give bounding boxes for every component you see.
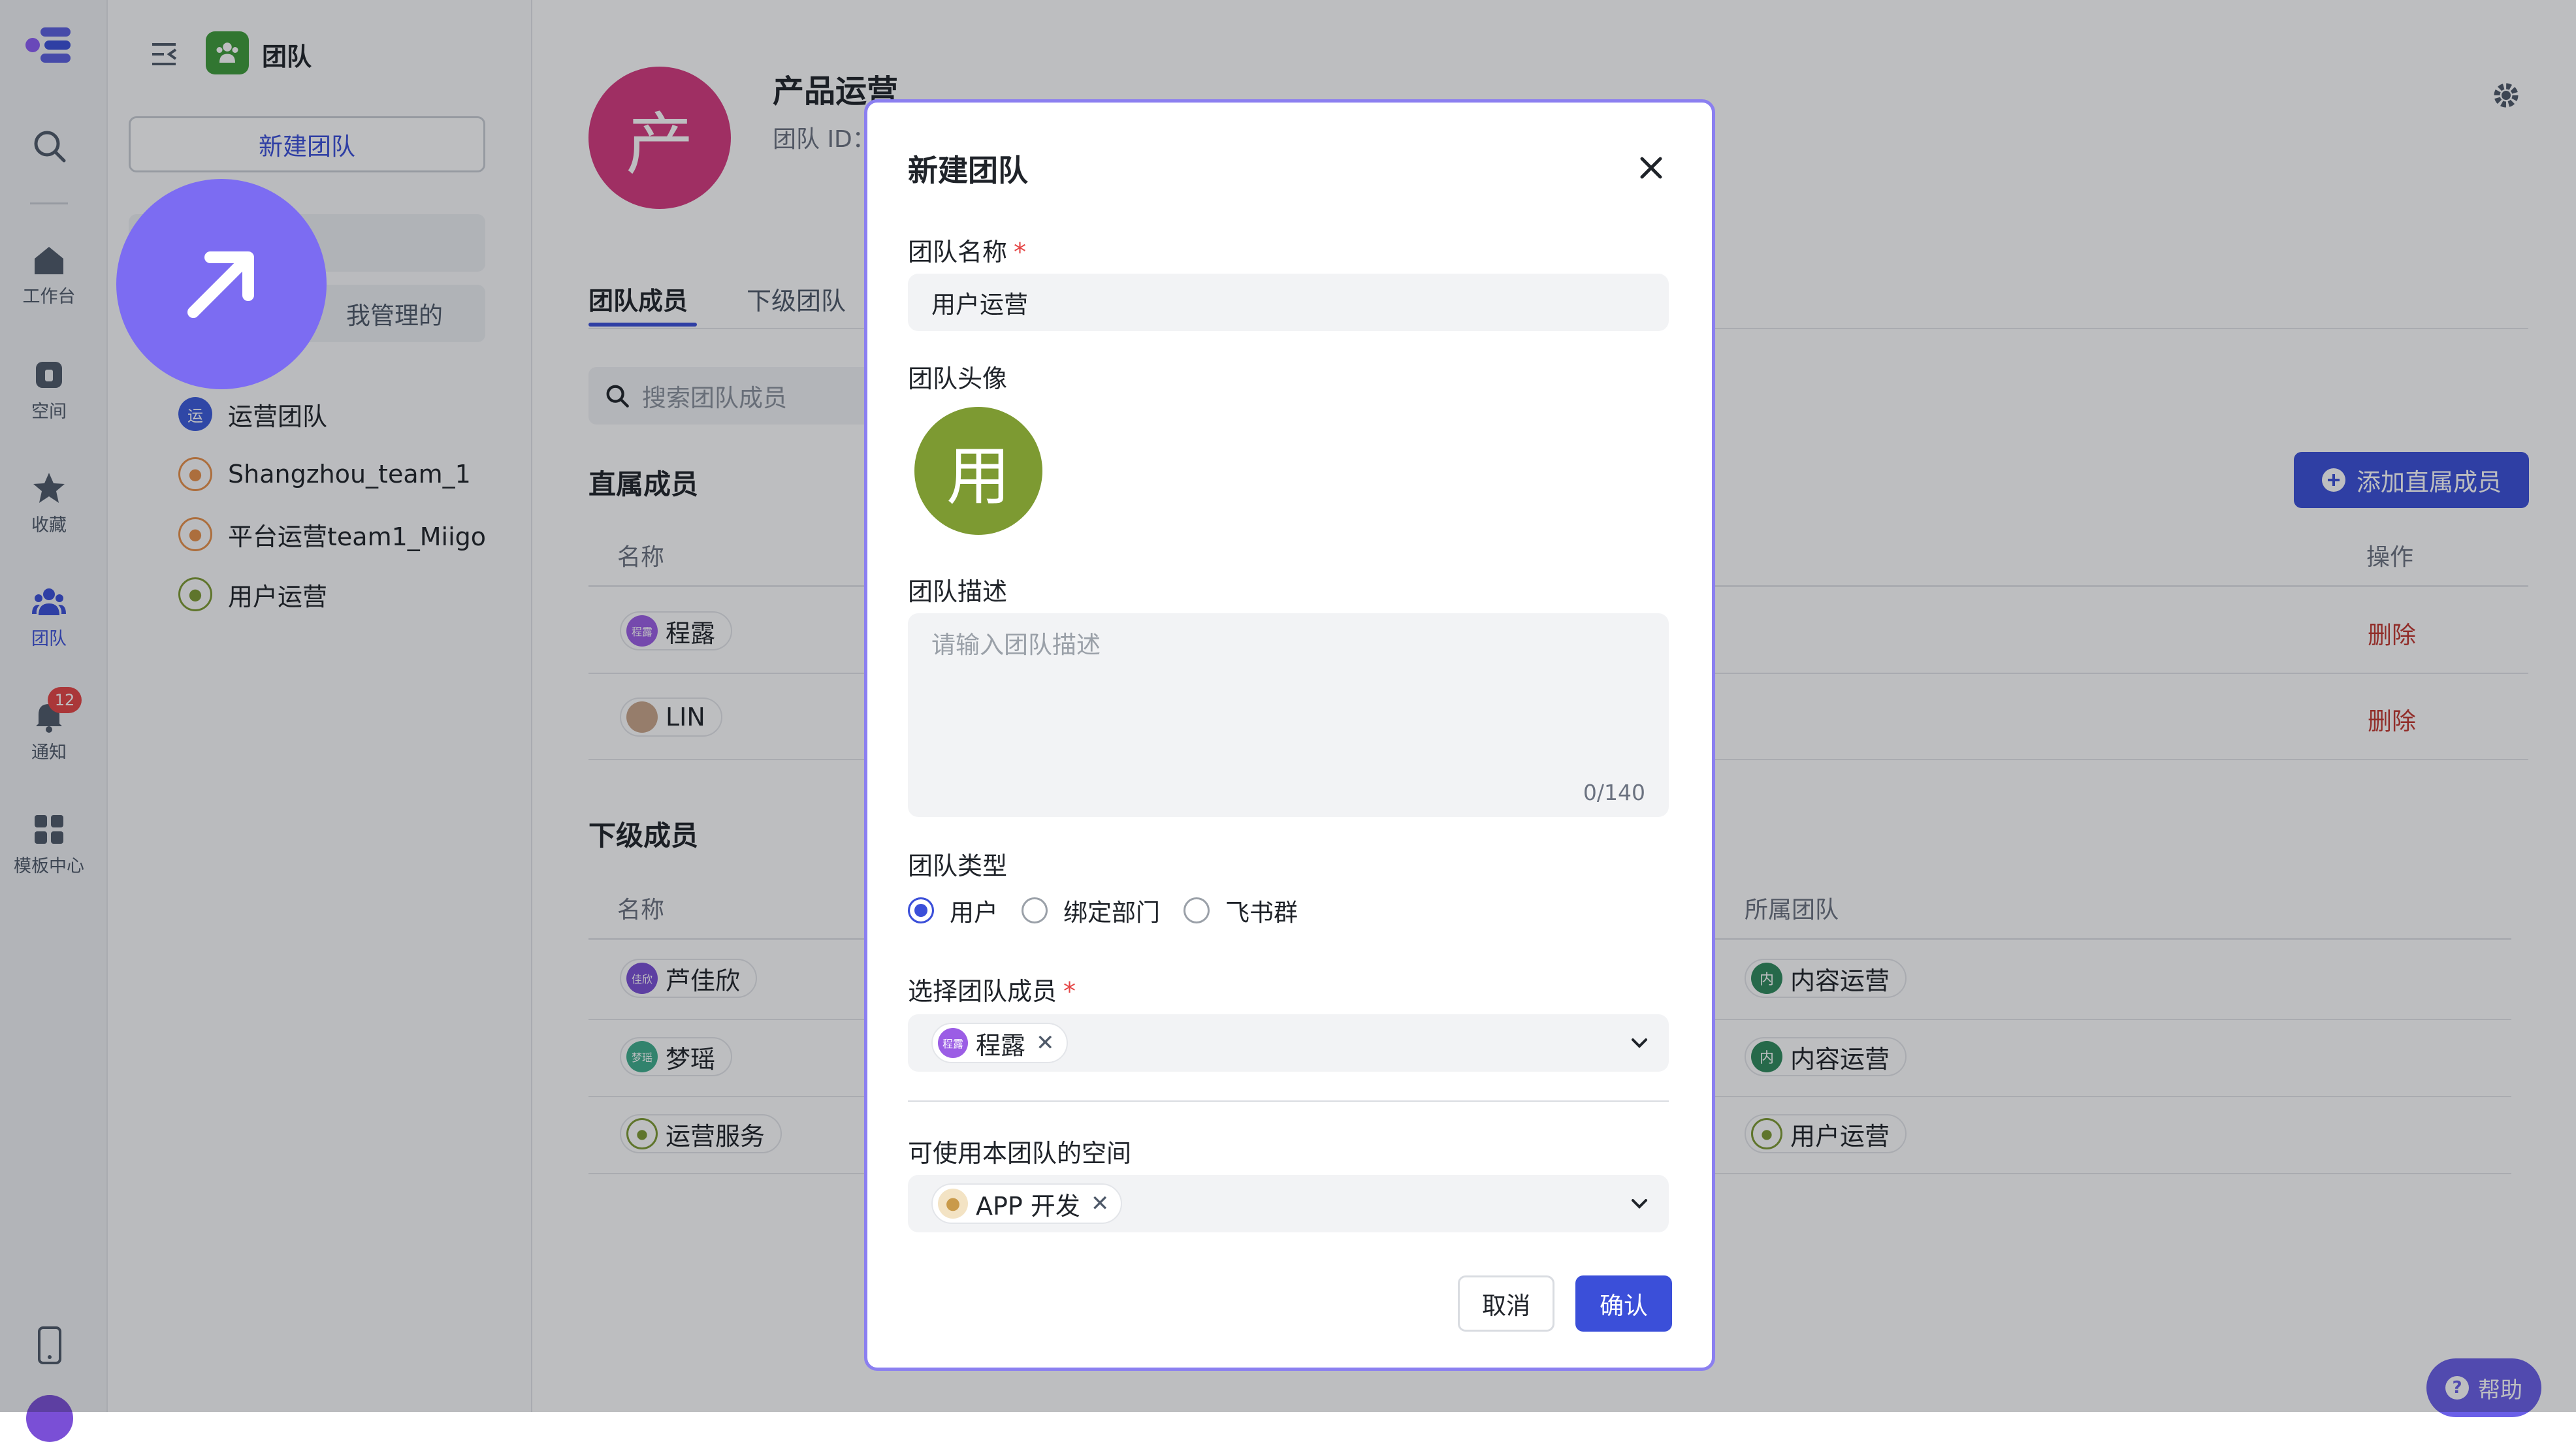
chip-label: APP 开发 — [976, 1191, 1080, 1221]
team-name-input[interactable]: 用户运营 — [908, 274, 1669, 331]
arrow-cursor-icon — [116, 179, 327, 389]
team-name-label: 团队名称 * — [908, 232, 1026, 268]
label-text: 选择团队成员 — [908, 977, 1057, 1006]
radio-dot — [1183, 897, 1210, 923]
avatar: 程露 — [938, 1028, 968, 1058]
dialog-title: 新建团队 — [908, 153, 1028, 188]
required-mark: * — [1063, 977, 1076, 1006]
member-chip: 程露 程露 ✕ — [931, 1023, 1068, 1063]
space-icon: ● — [938, 1189, 968, 1219]
team-avatar-picker[interactable]: 用 — [914, 407, 1042, 535]
cancel-button[interactable]: 取消 — [1458, 1275, 1554, 1332]
label-text: 团队名称 — [908, 238, 1008, 266]
radio-dot — [1022, 897, 1048, 923]
space-chip: ● APP 开发 ✕ — [931, 1183, 1123, 1224]
required-mark: * — [1014, 238, 1027, 266]
form-divider — [908, 1100, 1669, 1102]
team-description-label: 团队描述 — [908, 577, 1008, 606]
radio-label: 绑定部门 — [1063, 899, 1160, 927]
new-team-dialog: 新建团队 团队名称 * 用户运营 团队头像 用 团队描述 请输入团队描述 0/14… — [864, 99, 1715, 1371]
team-description-textarea[interactable]: 请输入团队描述 0/140 — [908, 613, 1669, 817]
description-counter: 0/140 — [1583, 780, 1645, 805]
team-name-value: 用户运营 — [931, 291, 1028, 319]
radio-dot — [908, 897, 934, 923]
remove-chip-icon[interactable]: ✕ — [1036, 1030, 1055, 1056]
radio-label: 用户 — [950, 899, 998, 927]
team-type-label: 团队类型 — [908, 852, 1008, 880]
radio-label: 飞书群 — [1225, 899, 1298, 927]
chevron-down-icon[interactable] — [1628, 1031, 1651, 1055]
team-type-radio-user[interactable]: 用户 — [908, 893, 998, 928]
team-members-select[interactable]: 程露 程露 ✕ — [908, 1014, 1669, 1072]
team-spaces-label: 可使用本团队的空间 — [908, 1139, 1132, 1168]
chip-label: 程露 — [976, 1031, 1026, 1060]
close-icon[interactable] — [1637, 153, 1666, 182]
confirm-button[interactable]: 确认 — [1575, 1275, 1672, 1332]
remove-chip-icon[interactable]: ✕ — [1091, 1191, 1110, 1217]
team-type-radio-department[interactable]: 绑定部门 — [1022, 893, 1160, 928]
team-spaces-select[interactable]: ● APP 开发 ✕ — [908, 1175, 1669, 1232]
chevron-down-icon[interactable] — [1628, 1192, 1651, 1215]
description-placeholder: 请输入团队描述 — [931, 631, 1101, 659]
team-members-label: 选择团队成员 * — [908, 971, 1076, 1007]
team-type-radio-group[interactable]: 飞书群 — [1183, 893, 1298, 928]
team-avatar-label: 团队头像 — [908, 364, 1008, 393]
